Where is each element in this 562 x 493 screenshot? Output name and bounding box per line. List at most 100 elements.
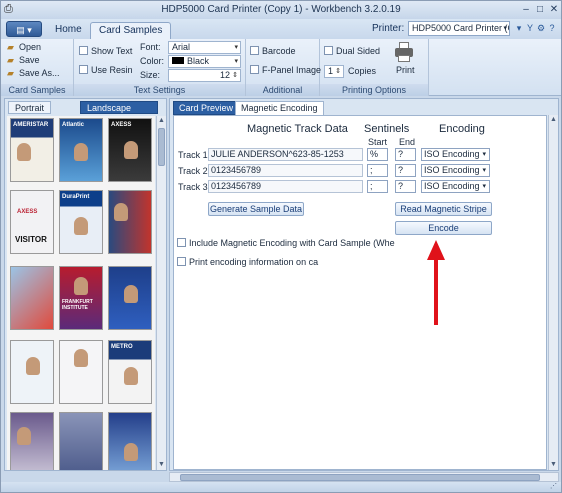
track2-end-sentinel-input[interactable]: ? [395, 164, 416, 177]
group-caption: Printing Options [320, 84, 428, 96]
card-thumbnail[interactable] [10, 266, 54, 330]
card-thumbnail[interactable] [59, 412, 103, 470]
card-samples-panel: Portrait Landscape AMERISTAR Atlantic AX… [4, 98, 167, 471]
card-thumbnail[interactable] [59, 340, 103, 404]
main-panel: Card Preview Magnetic Encoding Magnetic … [169, 98, 559, 471]
save-as-button[interactable]: ▰ Save As... [7, 68, 60, 79]
app-window: ⎙ HDP5000 Card Printer (Copy 1) - Workbe… [0, 0, 562, 493]
annotation-arrow-icon [427, 240, 445, 325]
scroll-down-icon[interactable]: ▼ [549, 460, 558, 470]
chevron-down-icon: ▾ [234, 44, 238, 51]
card-thumbnail[interactable]: DuraPrint [59, 190, 103, 254]
dual-sided-checkbox[interactable]: Dual Sided [324, 46, 380, 56]
track3-encoding-select[interactable]: ISO Encoding ▾ [421, 180, 490, 193]
barcode-checkbox[interactable]: Barcode [250, 46, 296, 56]
chevron-down-icon: ▾ [482, 183, 486, 190]
track1-start-sentinel-input[interactable]: % [367, 148, 388, 161]
track2-start-sentinel-input[interactable]: ; [367, 164, 388, 177]
f-panel-image-checkbox[interactable]: F-Panel Image [250, 65, 321, 75]
scrollbar-thumb[interactable] [180, 474, 540, 481]
track-label: Track 2 [178, 166, 208, 176]
folder-open-icon: ▰ [7, 42, 14, 52]
track3-data-input[interactable]: 0123456789 [208, 180, 363, 193]
printer-label: Printer: [372, 23, 405, 34]
card-thumbnail[interactable]: AXESS [108, 118, 152, 182]
tab-card-preview[interactable]: Card Preview [173, 101, 240, 115]
card-thumbnail[interactable] [10, 340, 54, 404]
tracks-header: Magnetic Track Data [247, 123, 348, 135]
open-button[interactable]: ▰ Open [7, 42, 41, 53]
card-thumbnail-grid: AMERISTAR Atlantic AXESS AXESS VISITOR D… [7, 116, 155, 470]
save-as-icon: ▰ [7, 68, 14, 78]
printer-icon[interactable] [392, 41, 416, 63]
magnetic-encoding-content: Magnetic Track Data Sentinels Encoding S… [173, 115, 547, 470]
application-menu-button[interactable]: ▤ ▾ [6, 21, 42, 37]
start-label: Start [368, 137, 388, 147]
font-select[interactable]: Arial ▾ [168, 41, 241, 54]
status-bar: ⋰ [1, 482, 561, 492]
group-printing-options: Dual Sided 1 ⇕ Copies Print Printing Opt… [320, 39, 429, 96]
spinner-icon: ⇕ [232, 72, 238, 79]
card-thumbnail[interactable] [108, 266, 152, 330]
card-thumbnail[interactable]: AMERISTAR [10, 118, 54, 182]
read-magnetic-stripe-button[interactable]: Read Magnetic Stripe [395, 202, 492, 216]
scrollbar-thumb[interactable] [158, 128, 165, 166]
resize-grip-icon[interactable]: ⋰ [550, 482, 557, 490]
maximize-button[interactable]: □ [533, 3, 547, 16]
track3-start-sentinel-input[interactable]: ; [367, 180, 388, 193]
card-thumbnail[interactable]: FRANKFURT INSTITUTE [59, 266, 103, 330]
save-icon: ▰ [7, 55, 14, 65]
size-stepper[interactable]: 12 ⇕ [168, 69, 241, 82]
color-select[interactable]: Black ▾ [168, 55, 241, 68]
generate-sample-data-button[interactable]: Generate Sample Data [208, 202, 304, 216]
scroll-up-icon[interactable]: ▲ [157, 116, 166, 126]
track1-encoding-select[interactable]: ISO Encoding ▾ [421, 148, 490, 161]
card-thumbnail[interactable]: AXESS VISITOR [10, 190, 54, 254]
track1-end-sentinel-input[interactable]: ? [395, 148, 416, 161]
horizontal-scrollbar[interactable] [169, 472, 559, 482]
tab-card-samples[interactable]: Card Samples [90, 22, 172, 39]
group-caption: Text Settings [74, 84, 245, 96]
card-thumbnail[interactable] [10, 412, 54, 470]
ribbon-tab-row: ▤ ▾ Home Card Samples Printer: HDP5000 C… [1, 19, 561, 39]
card-thumbnail[interactable] [108, 412, 152, 470]
card-thumbnail[interactable] [108, 190, 152, 254]
card-thumbnail[interactable]: Atlantic [59, 118, 103, 182]
printer-select[interactable]: HDP5000 Card Printer (Copy 1) ▾ [408, 21, 510, 36]
size-label: Size: [140, 70, 161, 80]
print-button[interactable]: Print [396, 65, 415, 75]
track-label: Track 3 [178, 182, 208, 192]
track3-end-sentinel-input[interactable]: ? [395, 180, 416, 193]
tab-landscape[interactable]: Landscape [80, 101, 158, 114]
settings-icon[interactable]: ⚙ [536, 23, 546, 33]
track2-data-input[interactable]: 0123456789 [208, 164, 363, 177]
encode-button[interactable]: Encode [395, 221, 492, 235]
options-dropdown-icon[interactable]: ▾ [514, 23, 524, 33]
save-button[interactable]: ▰ Save [7, 55, 40, 66]
help-icon[interactable]: ? [547, 23, 557, 33]
use-resin-checkbox[interactable]: Use Resin [79, 65, 133, 75]
show-text-checkbox[interactable]: Show Text [79, 46, 132, 56]
print-encoding-info-checkbox[interactable]: Print encoding information on ca [177, 257, 318, 267]
copies-stepper[interactable]: 1 ⇕ [324, 65, 344, 78]
close-button[interactable]: ✕ [547, 3, 561, 16]
menu-dropdown-icon: ▾ [27, 25, 32, 35]
scroll-up-icon[interactable]: ▲ [549, 115, 558, 125]
track1-data-input[interactable]: JULIE ANDERSON^623-85-1253 [208, 148, 363, 161]
scroll-down-icon[interactable]: ▼ [157, 460, 166, 470]
encoding-header: Encoding [439, 123, 485, 135]
card-thumbnail[interactable]: METRO [108, 340, 152, 404]
filter-icon[interactable]: Y [525, 23, 535, 33]
chevron-down-icon: ▾ [482, 151, 486, 158]
tab-magnetic-encoding[interactable]: Magnetic Encoding [235, 101, 324, 115]
minimize-button[interactable]: – [519, 3, 533, 16]
group-additional-options: Barcode F-Panel Image Additional Options [246, 39, 321, 107]
tab-portrait[interactable]: Portrait [8, 101, 52, 114]
color-swatch [172, 57, 184, 64]
thumbnail-scrollbar[interactable]: ▲ ▼ [156, 116, 166, 470]
include-encoding-checkbox[interactable]: Include Magnetic Encoding with Card Samp… [177, 238, 395, 248]
tab-home[interactable]: Home [47, 22, 90, 39]
track2-encoding-select[interactable]: ISO Encoding ▾ [421, 164, 490, 177]
printer-select-value: HDP5000 Card Printer (Copy 1) [412, 23, 509, 33]
content-scrollbar[interactable]: ▲ ▼ [548, 115, 558, 470]
